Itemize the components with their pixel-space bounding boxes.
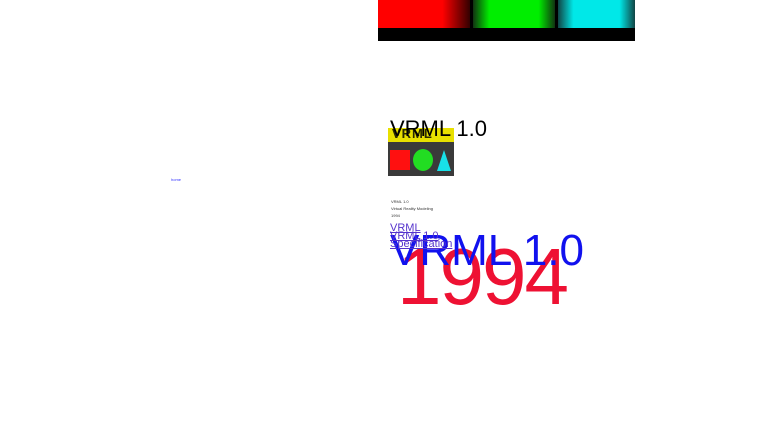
link-specification[interactable]: Specification bbox=[390, 239, 452, 250]
green-sphere-image bbox=[473, 0, 555, 28]
link-stack: VRML VRML 1.0 Specification bbox=[390, 223, 452, 250]
info-line-3: 1994 bbox=[391, 213, 400, 218]
info-line-1: VRML 1.0 bbox=[391, 199, 409, 204]
tiny-link[interactable]: home bbox=[171, 178, 181, 182]
page-heading: VRML 1.0 bbox=[390, 116, 488, 141]
red-cube-image bbox=[378, 0, 470, 28]
sphere-icon bbox=[413, 149, 433, 171]
cube-icon bbox=[390, 150, 410, 170]
info-line-2: Virtual Reality Modeling bbox=[391, 206, 433, 211]
header-banner bbox=[378, 0, 635, 41]
cone-icon bbox=[437, 150, 451, 171]
cyan-cone-image bbox=[558, 0, 635, 28]
info-lines: VRML 1.0 Virtual Reality Modeling 1994 bbox=[391, 198, 433, 219]
